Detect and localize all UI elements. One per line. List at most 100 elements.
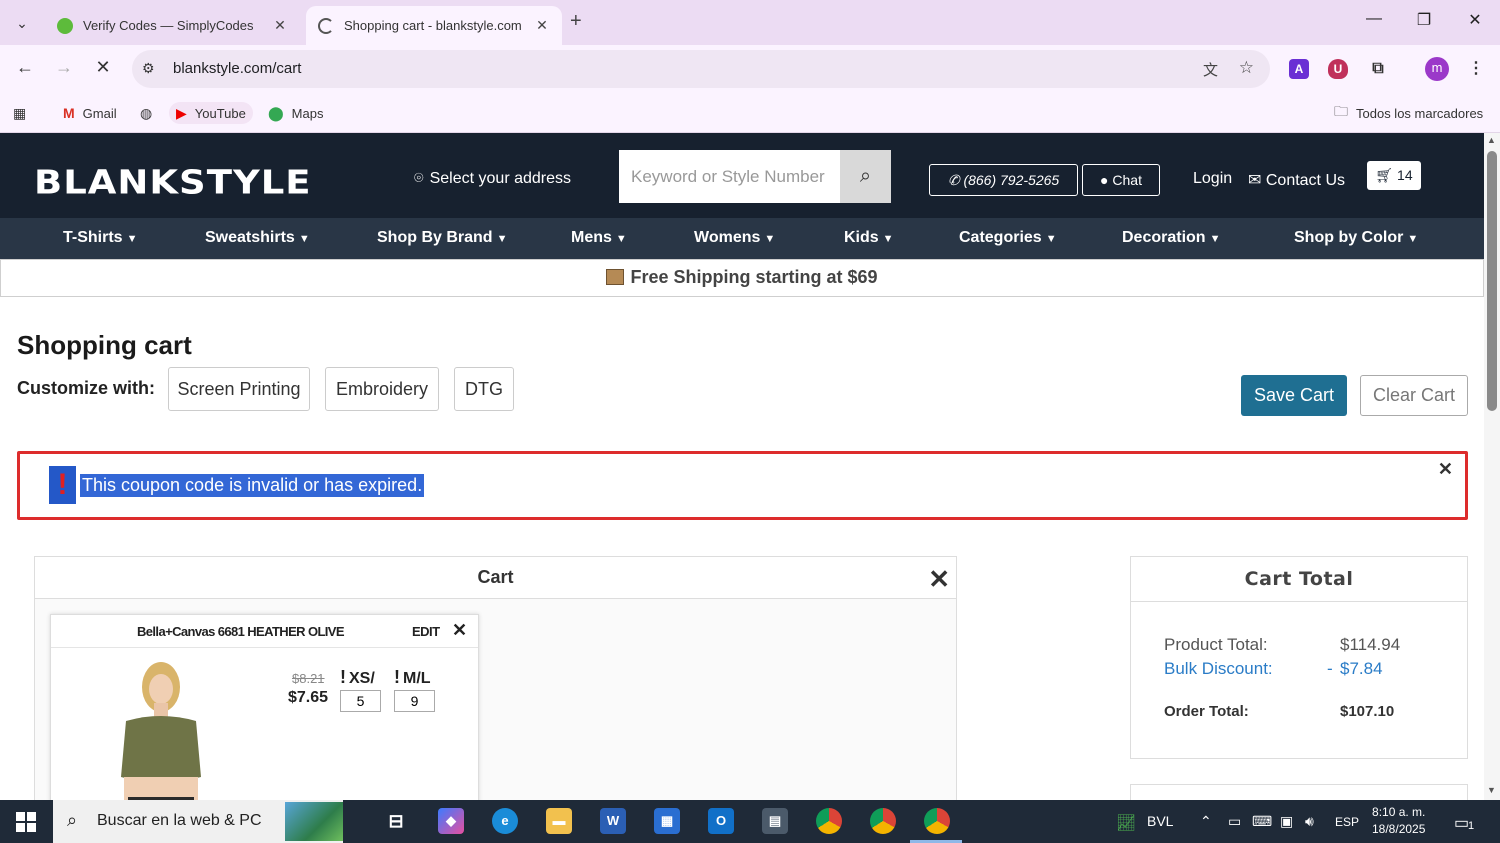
taskbar-search-text: Buscar en la web & PC	[97, 812, 262, 829]
close-window-icon[interactable]: ✕	[1460, 10, 1490, 30]
bookmark-gmail[interactable]: M Gmail	[63, 102, 117, 124]
address-bar[interactable]: ⚙ blankstyle.com/cart 文 ☆	[132, 50, 1270, 88]
embroidery-button[interactable]: Embroidery	[325, 367, 439, 411]
close-alert-icon[interactable]: ✕	[1438, 459, 1453, 480]
system-clock[interactable]: 8:10 a. m. 18/8/2025	[1372, 804, 1425, 838]
scroll-down-icon[interactable]: ▼	[1487, 785, 1496, 795]
nav-kids[interactable]: Kids ▼	[844, 229, 894, 247]
tab-blankstyle[interactable]: Shopping cart - blankstyle.com ✕	[306, 6, 562, 45]
calculator-icon[interactable]: ▤	[762, 808, 788, 834]
chat-bubble-icon: ●	[1100, 172, 1109, 188]
page-scrollbar[interactable]: ▲ ▼	[1484, 133, 1500, 800]
loading-favicon-icon	[318, 17, 334, 34]
chrome-icon[interactable]	[816, 808, 842, 834]
alert-content: ! This coupon code is invalid or has exp…	[49, 466, 425, 504]
screen-printing-button[interactable]: Screen Printing	[168, 367, 310, 411]
shipping-text: Free Shipping starting at $69	[630, 267, 878, 287]
clear-cart-button[interactable]: Clear Cart	[1360, 375, 1468, 416]
chrome-active-icon[interactable]	[924, 808, 950, 834]
translate-icon[interactable]: 文	[1203, 59, 1218, 80]
tab-search-chevron-icon[interactable]: ⌄	[9, 10, 35, 36]
file-explorer-icon[interactable]: ▬	[546, 808, 572, 834]
close-cart-icon[interactable]: ✕	[928, 559, 950, 599]
nav-t-shirts[interactable]: T-Shirts ▼	[63, 229, 137, 247]
tray-chevron-up-icon[interactable]: ⌃	[1200, 813, 1212, 830]
bookmark-star-icon[interactable]: ☆	[1239, 58, 1254, 78]
network-icon[interactable]: ▣	[1280, 813, 1293, 830]
minimize-icon[interactable]: —	[1359, 10, 1389, 28]
browser-menu-icon[interactable]: ⋮	[1466, 59, 1486, 79]
edge-icon[interactable]: e	[492, 808, 518, 834]
taskbar-search[interactable]: ⌕ Buscar en la web & PC	[53, 800, 343, 843]
blankstyle-logo[interactable]: BLANKSTYLE	[34, 163, 312, 202]
nav-categories[interactable]: Categories ▼	[959, 229, 1057, 247]
cart-heading: Cart	[477, 567, 514, 587]
apps-grid-icon[interactable]: ▦	[13, 102, 34, 124]
product-image[interactable]	[106, 659, 216, 809]
windows-start-icon[interactable]	[16, 812, 36, 832]
dtg-button[interactable]: DTG	[454, 367, 514, 411]
profile-avatar[interactable]: m	[1425, 57, 1449, 81]
notifications-icon[interactable]: ▭	[1454, 813, 1469, 833]
all-bookmarks-label: Todos los marcadores	[1356, 105, 1484, 121]
nav-sweatshirts[interactable]: Sweatshirts ▼	[205, 229, 310, 247]
nav-mens[interactable]: Mens ▼	[571, 229, 627, 247]
bookmark-youtube[interactable]: ▶ YouTube	[169, 102, 253, 124]
volume-icon[interactable]: 🔊︎	[1305, 813, 1314, 830]
chrome-profile-icon[interactable]	[870, 808, 896, 834]
product-total-value: $114.94	[1340, 635, 1401, 654]
url-text[interactable]: blankstyle.com/cart	[173, 60, 301, 77]
nav-decoration[interactable]: Decoration ▼	[1122, 229, 1220, 247]
browser-toolbar: ← → ✕ ⚙ blankstyle.com/cart 文 ☆ A U ⧉ ⋮	[0, 45, 1500, 93]
outlook-icon[interactable]: O	[708, 808, 734, 834]
contact-us-link[interactable]: ✉ Contact Us	[1248, 170, 1345, 190]
stock-chart-icon[interactable]: 📈︎	[1116, 813, 1136, 833]
size-xs-qty-input[interactable]	[340, 690, 381, 712]
size-ml-qty-input[interactable]	[394, 690, 435, 712]
close-tab-icon[interactable]: ✕	[272, 17, 288, 34]
tab-title: Verify Codes — SimplyCodes	[83, 18, 254, 33]
close-tab-icon[interactable]: ✕	[534, 17, 550, 34]
nav-womens[interactable]: Womens ▼	[694, 229, 775, 247]
edit-item-link[interactable]: EDIT	[412, 624, 440, 639]
search-input[interactable]	[619, 150, 840, 203]
extensions-puzzle-icon[interactable]: ⧉	[1368, 59, 1388, 79]
new-tab-plus-icon[interactable]: +	[570, 10, 582, 33]
scroll-up-icon[interactable]: ▲	[1487, 135, 1496, 145]
language-indicator[interactable]: ESP	[1335, 815, 1359, 829]
bookmark-label: YouTube	[194, 105, 246, 121]
nav-shop-by-color[interactable]: Shop by Color ▼	[1294, 229, 1418, 247]
nav-label: T-Shirts	[63, 229, 123, 246]
select-address[interactable]: ⌾ Select your address	[414, 170, 571, 188]
copilot-icon[interactable]: ◆	[438, 808, 464, 834]
alert-message: This coupon code is invalid or has expir…	[80, 473, 425, 497]
all-bookmarks[interactable]: 🗀 Todos los marcadores	[1334, 102, 1483, 124]
ime-icon[interactable]: ⌨	[1252, 813, 1272, 830]
word-icon[interactable]: W	[600, 808, 626, 834]
restore-icon[interactable]: ❐	[1409, 10, 1439, 30]
size-label: ! XS/	[340, 667, 375, 687]
chat-button[interactable]: ● Chat	[1082, 164, 1160, 196]
order-total-value: $107.10	[1340, 703, 1395, 720]
phone-button[interactable]: ✆ (866) 792-5265	[929, 164, 1078, 196]
stop-loading-icon[interactable]: ✕	[91, 57, 115, 78]
tab-simplycodes[interactable]: Verify Codes — SimplyCodes ✕	[45, 6, 300, 45]
login-link[interactable]: Login	[1193, 170, 1232, 188]
store-icon[interactable]: ▦	[654, 808, 680, 834]
search-button[interactable]: ⌕	[840, 150, 891, 203]
forward-arrow-icon[interactable]: →	[52, 57, 76, 78]
weather-text[interactable]: BVL	[1147, 813, 1173, 829]
task-view-icon[interactable]: ⊟	[383, 808, 409, 834]
meet-icon[interactable]: ▭	[1228, 813, 1241, 830]
nav-shop-by-brand[interactable]: Shop By Brand ▼	[377, 229, 507, 247]
save-cart-button[interactable]: Save Cart	[1241, 375, 1347, 416]
globe-bookmark-icon[interactable]: ◍	[140, 102, 160, 124]
ublock-shield-icon[interactable]: U	[1328, 59, 1348, 79]
remove-item-icon[interactable]: ✕	[452, 620, 467, 641]
scrollbar-thumb[interactable]	[1487, 151, 1497, 411]
extension-a-icon[interactable]: A	[1289, 59, 1309, 79]
site-info-icon[interactable]: ⚙	[142, 60, 155, 77]
back-arrow-icon[interactable]: ←	[13, 57, 37, 78]
bookmark-maps[interactable]: ⬤ Maps	[268, 102, 323, 124]
cart-button[interactable]: 🛒︎ 14	[1367, 161, 1421, 190]
